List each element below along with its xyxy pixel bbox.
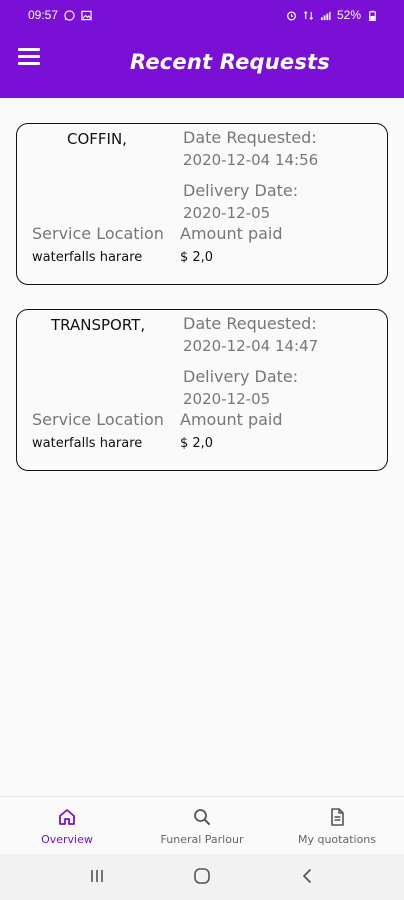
nav-label: Funeral Parlour [160, 833, 244, 846]
nav-label: My quotations [297, 833, 377, 846]
status-bar-left: 09:57 [28, 8, 92, 22]
service-location-label: Service Location [32, 410, 164, 429]
status-bar: 09:57 52% [0, 0, 404, 30]
alarm-icon [286, 10, 296, 20]
network-icon [303, 10, 313, 20]
recent-apps-icon[interactable] [88, 867, 106, 885]
service-location-value: waterfalls harare [32, 436, 143, 451]
request-card[interactable]: TRANSPORT, Date Requested: 2020-12-04 14… [16, 309, 388, 471]
nav-overview[interactable]: Overview [2, 797, 132, 855]
app-bar: Recent Requests [0, 30, 404, 98]
status-time: 09:57 [28, 8, 59, 22]
service-name: TRANSPORT, [51, 316, 146, 334]
battery-icon [369, 10, 376, 21]
status-bar-right: 52% [286, 8, 378, 22]
amount-paid-value: $ 2,0 [180, 436, 214, 451]
bottom-navigation: Overview Funeral Parlour My quotations [0, 796, 404, 855]
service-location-label: Service Location [32, 224, 164, 243]
amount-paid-label: Amount paid [180, 410, 283, 429]
amount-paid-label: Amount paid [180, 224, 283, 243]
page-title: Recent Requests [130, 50, 330, 74]
delivery-date-label: Delivery Date: [183, 367, 299, 386]
image-icon [81, 10, 92, 20]
search-icon [194, 809, 210, 825]
date-requested-label: Date Requested: [183, 128, 317, 147]
date-requested-value: 2020-12-04 14:56 [183, 151, 319, 169]
nav-label: Overview [41, 833, 93, 846]
home-button-icon[interactable] [193, 867, 211, 885]
date-requested-value: 2020-12-04 14:47 [183, 337, 319, 355]
hamburger-menu-icon[interactable] [18, 48, 40, 66]
back-icon[interactable] [298, 867, 316, 885]
signal-icon [320, 11, 331, 20]
amount-paid-value: $ 2,0 [180, 250, 214, 265]
nav-my-quotations[interactable]: My quotations [272, 797, 402, 855]
nav-funeral-parlour[interactable]: Funeral Parlour [137, 797, 267, 855]
delivery-date-label: Delivery Date: [183, 181, 299, 200]
system-navigation-bar [0, 854, 404, 900]
delivery-date-value: 2020-12-05 [183, 204, 271, 222]
home-icon [59, 809, 75, 825]
document-icon [331, 808, 344, 826]
battery-percent: 52% [336, 8, 361, 22]
whatsapp-icon [64, 9, 75, 21]
service-name: COFFIN, [67, 130, 127, 148]
date-requested-label: Date Requested: [183, 314, 317, 333]
service-location-value: waterfalls harare [32, 250, 143, 265]
delivery-date-value: 2020-12-05 [183, 390, 271, 408]
request-card[interactable]: COFFIN, Date Requested: 2020-12-04 14:56… [16, 123, 388, 285]
